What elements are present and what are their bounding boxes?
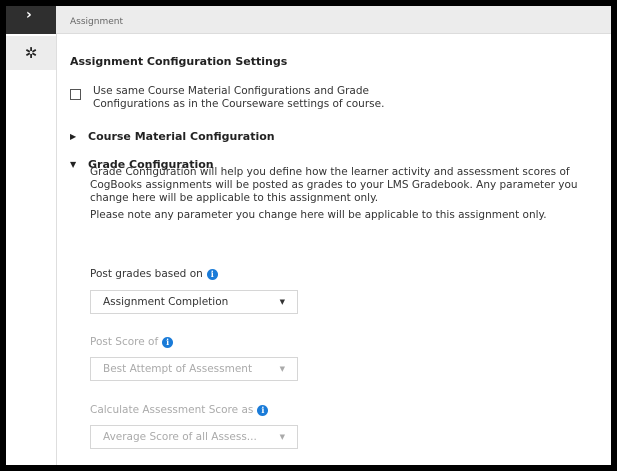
dropdown-arrow-icon: ▼ [279,433,285,441]
left-rail: › ✲ [6,6,57,465]
info-icon[interactable]: i [257,404,269,416]
same-config-option[interactable]: Use same Course Material Configurations … [70,85,393,111]
calc-score-label: Calculate Assessment Score as i [90,404,269,416]
info-icon[interactable]: i [162,336,174,348]
post-grades-label: Post grades based on i [90,268,218,280]
section-title: Assignment Configuration Settings [70,55,288,68]
app-frame: › ✲ Assignment Assignment Configuration … [6,6,611,465]
same-config-checkbox[interactable] [70,89,81,100]
header-subtitle: Assignment [70,17,123,27]
course-material-label: Course Material Configuration [88,130,275,143]
post-score-value: Best Attempt of Assessment [103,363,253,375]
dropdown-arrow-icon: ▼ [279,365,285,373]
calc-score-value: Average Score of all Assess... [103,431,257,443]
dropdown-arrow-icon: ▼ [279,298,285,306]
caret-down-icon: ▼ [70,160,77,169]
chevron-right-icon: › [26,7,32,23]
calc-score-select[interactable]: Average Score of all Assess... ▼ [90,425,298,449]
grade-note: Please note any parameter you change her… [90,209,547,221]
post-score-label: Post Score of i [90,336,174,348]
post-grades-label-text: Post grades based on [90,268,203,280]
settings-tab[interactable]: ✲ [6,36,56,70]
rail-top-button[interactable]: › [6,6,56,34]
calc-score-label-text: Calculate Assessment Score as [90,404,254,416]
post-grades-select[interactable]: Assignment Completion ▼ [90,290,298,314]
post-score-label-text: Post Score of [90,336,159,348]
page-header: Assignment [56,6,611,34]
grade-description: Grade Configuration will help you define… [90,166,578,204]
gear-icon: ✲ [24,44,38,62]
info-icon[interactable]: i [206,268,218,280]
post-score-select[interactable]: Best Attempt of Assessment ▼ [90,357,298,381]
same-config-label: Use same Course Material Configurations … [93,85,385,110]
post-grades-value: Assignment Completion [103,296,229,308]
course-material-accordion[interactable]: ▶ Course Material Configuration [70,130,275,143]
caret-right-icon: ▶ [70,132,77,141]
